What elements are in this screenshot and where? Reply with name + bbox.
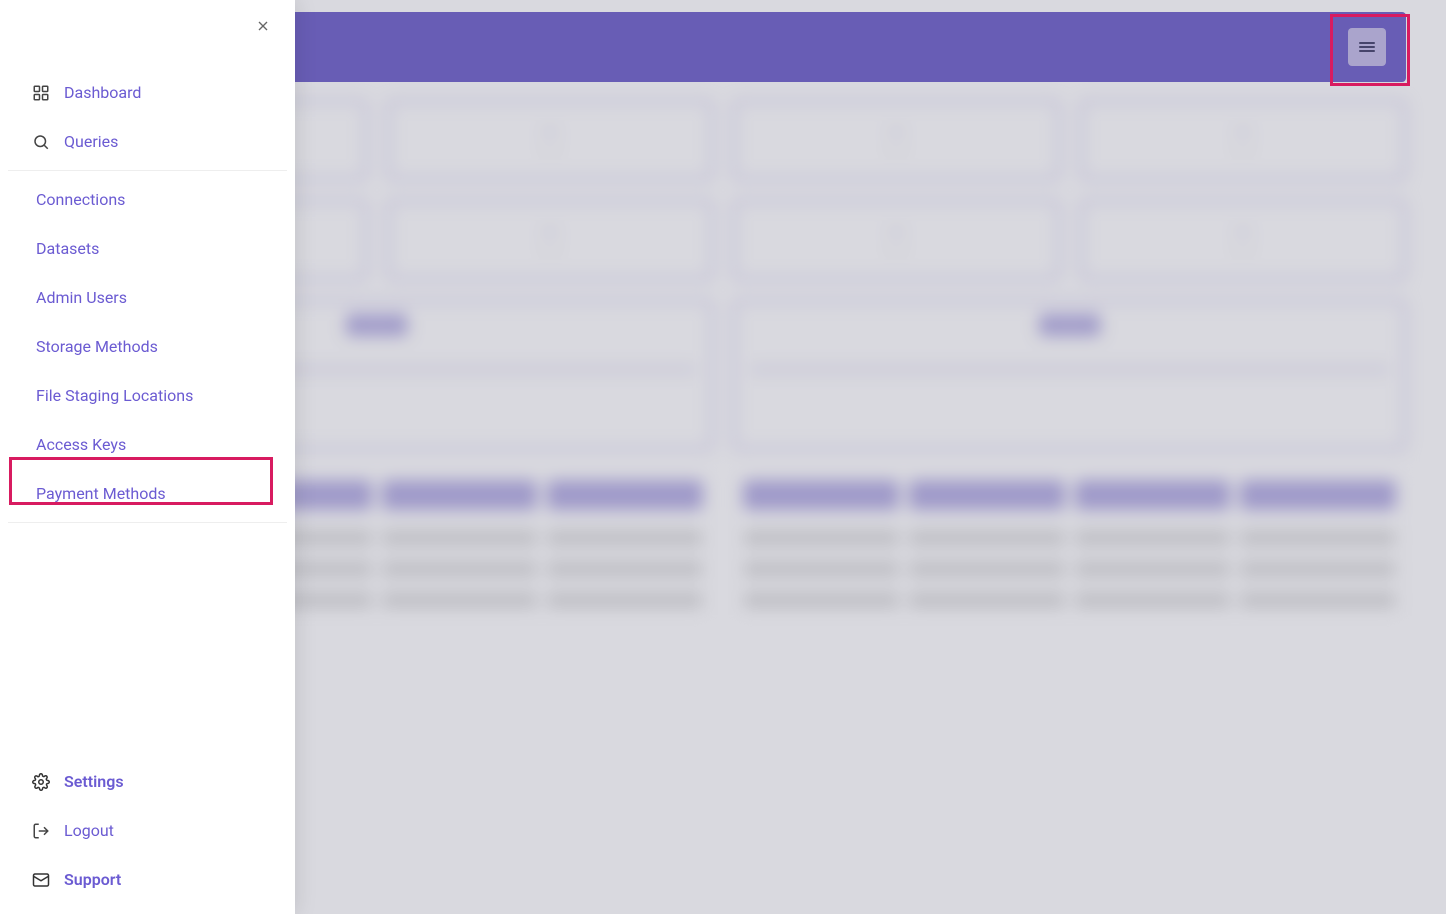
- sidebar-item-support[interactable]: Support: [0, 855, 295, 904]
- sidebar-item-admin-users[interactable]: Admin Users: [0, 273, 295, 322]
- sidebar-item-payment-methods[interactable]: Payment Methods: [0, 469, 295, 518]
- nav-divider: [8, 522, 287, 523]
- sidebar: Dashboard Queries Connections Datasets A…: [0, 0, 295, 914]
- sidebar-item-access-keys[interactable]: Access Keys: [0, 420, 295, 469]
- grid-icon: [32, 84, 50, 102]
- nav-divider: [8, 170, 287, 171]
- sidebar-item-label: Queries: [64, 132, 118, 151]
- nav-section-bottom: Settings Logout Support: [0, 757, 295, 904]
- mail-icon: [32, 871, 50, 889]
- search-icon: [32, 133, 50, 151]
- sidebar-item-logout[interactable]: Logout: [0, 806, 295, 855]
- sidebar-item-label: Settings: [64, 772, 124, 791]
- sidebar-item-label: Logout: [64, 821, 114, 840]
- gear-icon: [32, 773, 50, 791]
- sidebar-item-file-staging-locations[interactable]: File Staging Locations: [0, 371, 295, 420]
- nav-section-middle: Connections Datasets Admin Users Storage…: [0, 175, 295, 518]
- sidebar-item-queries[interactable]: Queries: [0, 117, 295, 166]
- nav-section-top: Dashboard Queries: [0, 68, 295, 166]
- sidebar-item-connections[interactable]: Connections: [0, 175, 295, 224]
- close-sidebar-button[interactable]: [251, 14, 275, 38]
- logout-icon: [32, 822, 50, 840]
- sidebar-item-datasets[interactable]: Datasets: [0, 224, 295, 273]
- sidebar-item-label: Support: [64, 870, 121, 889]
- sidebar-item-label: Dashboard: [64, 83, 141, 102]
- sidebar-item-storage-methods[interactable]: Storage Methods: [0, 322, 295, 371]
- close-icon: [255, 18, 271, 34]
- sidebar-item-dashboard[interactable]: Dashboard: [0, 68, 295, 117]
- sidebar-item-settings[interactable]: Settings: [0, 757, 295, 806]
